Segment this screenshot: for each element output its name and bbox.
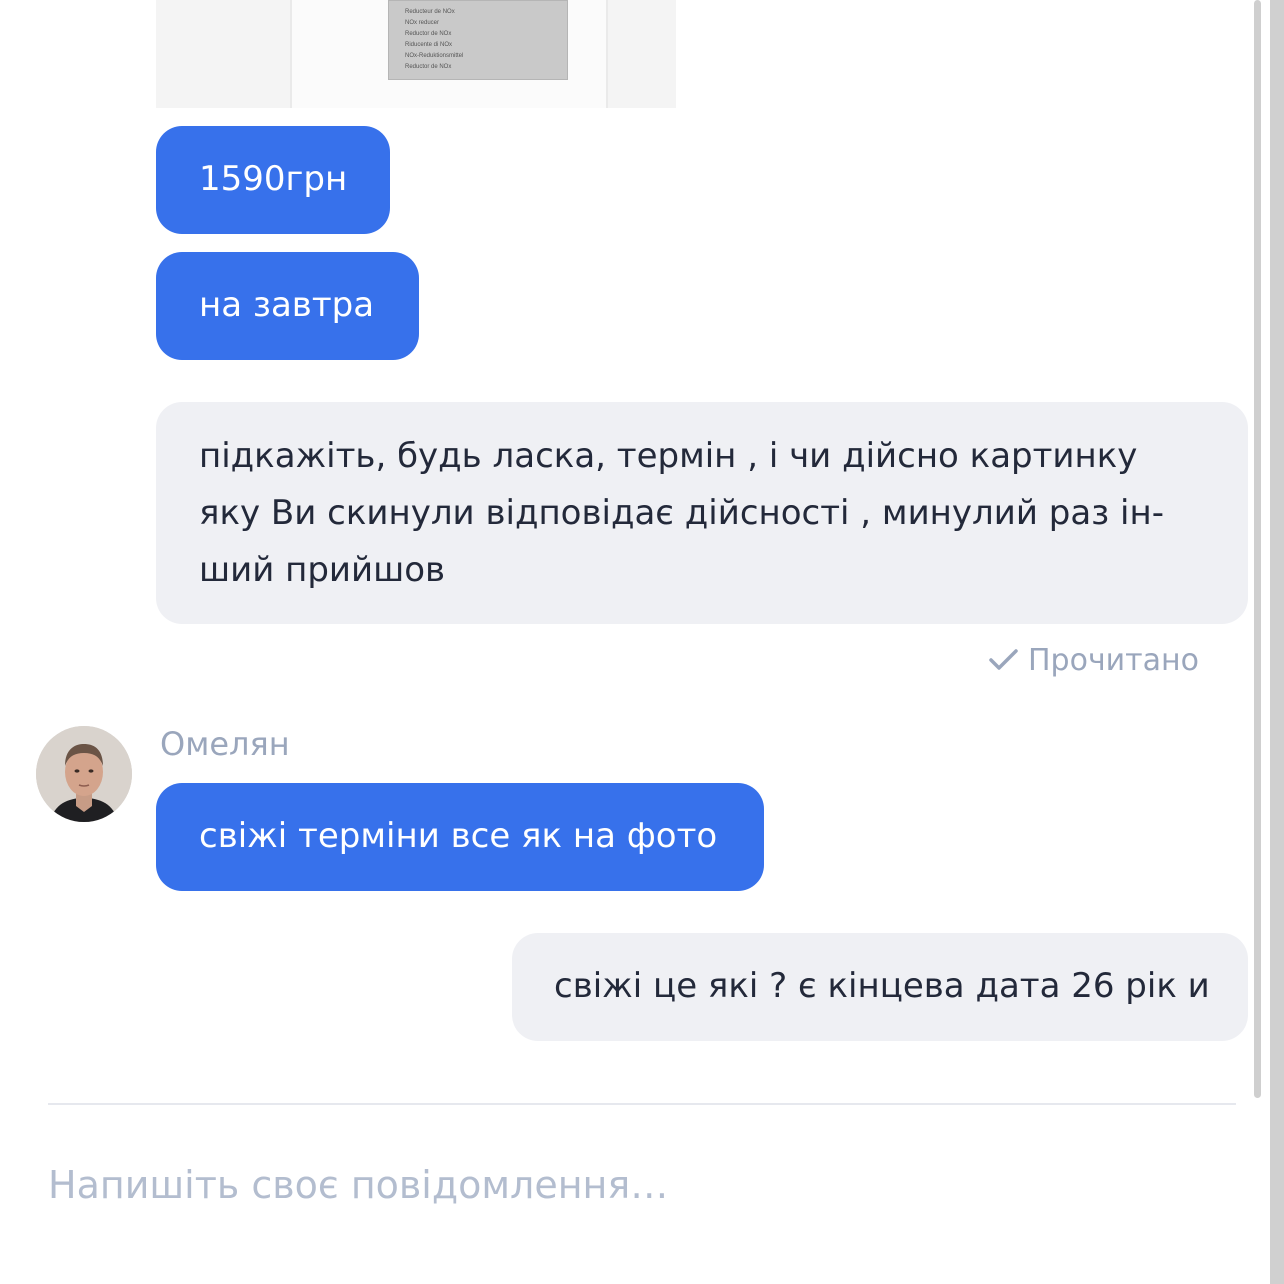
message-line: ший прийшов xyxy=(199,550,446,590)
message-bubble-which-fresh[interactable]: свіжі це які ? є кінцева дата 26 рік и xyxy=(512,933,1248,1041)
window-edge xyxy=(1270,0,1284,1284)
checkmark-icon xyxy=(989,649,1018,670)
message-bubble-tomorrow[interactable]: на завтра xyxy=(156,252,419,360)
composer-divider xyxy=(48,1103,1236,1105)
message-input[interactable] xyxy=(48,1150,1198,1220)
product-label: Reducteur de NOx NOx reducer Reductor de… xyxy=(388,0,568,80)
message-bubble-question[interactable]: підкажіть, будь ласка, термін , і чи дій… xyxy=(156,402,1248,624)
label-line: NOx reducer xyxy=(405,20,440,26)
read-receipt: Прочитано xyxy=(988,640,1199,680)
label-line: Reductor de NOx xyxy=(405,64,452,70)
label-line: Reductor de NOx xyxy=(405,31,452,37)
label-line: Riducente di NOx xyxy=(405,42,453,48)
message-line: підкажіть, будь ласка, термін , і чи дій… xyxy=(199,436,1138,476)
sender-name: Омелян xyxy=(160,725,290,763)
read-status-label: Прочитано xyxy=(1028,642,1200,678)
label-line: Reducteur de NOx xyxy=(405,9,455,15)
product-photo-attachment[interactable]: Reducteur de NOx NOx reducer Reductor de… xyxy=(156,0,676,108)
message-bubble-price[interactable]: 1590грн xyxy=(156,126,390,234)
message-line: яку Ви скинули відповідає дійсності , ми… xyxy=(199,493,1164,533)
avatar[interactable] xyxy=(36,726,132,822)
chat-screen: Reducteur de NOx NOx reducer Reductor de… xyxy=(0,0,1284,1284)
scrollbar-thumb[interactable] xyxy=(1254,0,1261,1098)
message-bubble-fresh-terms[interactable]: свіжі терміни все як на фото xyxy=(156,783,764,891)
label-line: NOx-Reduktionsmittel xyxy=(405,53,464,59)
person-photo-icon xyxy=(36,726,132,822)
